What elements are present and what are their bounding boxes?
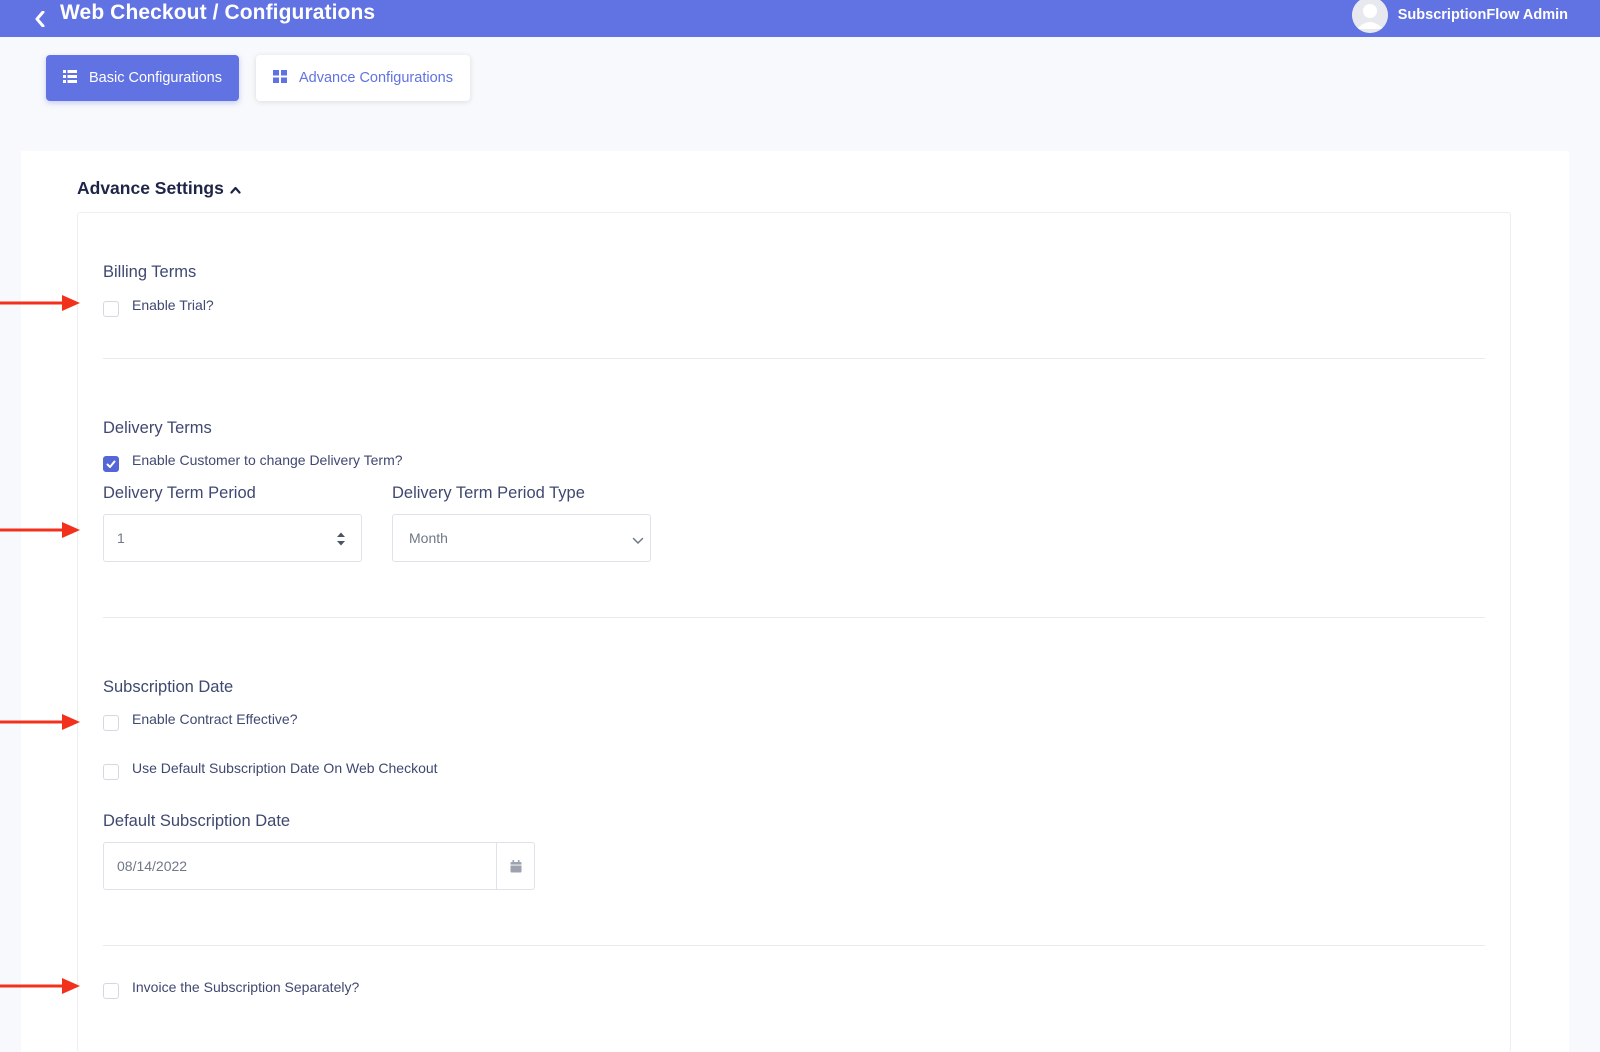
page-title: Web Checkout / Configurations [60,0,376,24]
use-default-date-label[interactable]: Use Default Subscription Date On Web Che… [132,760,438,776]
enable-delivery-change-row[interactable]: Enable Customer to change Delivery Term? [103,448,403,472]
subscription-date-title: Subscription Date [103,678,234,696]
advance-settings-panel: Billing Terms Enable Trial? Delivery Ter… [77,212,1511,1052]
delivery-term-period-value: 1 [117,530,125,546]
enable-contract-effective-checkbox[interactable] [103,715,119,731]
section-title: Advance Settings [77,178,224,198]
enable-delivery-change-label[interactable]: Enable Customer to change Delivery Term? [132,452,403,468]
delivery-term-period-type-value: Month [409,530,448,546]
top-bar: Web Checkout / Configurations Subscripti… [0,0,1600,37]
list-icon [63,69,77,87]
user-menu[interactable]: SubscriptionFlow Admin [1351,0,1568,33]
divider [103,617,1485,618]
default-subscription-date-label: Default Subscription Date [103,812,291,830]
tab-label: Basic Configurations [89,70,222,86]
tab-basic-configurations[interactable]: Basic Configurations [46,55,239,101]
delivery-terms-title: Delivery Terms [103,419,212,437]
annotation-arrow-icon [0,295,80,311]
tab-label: Advance Configurations [299,70,453,86]
header-left: Web Checkout / Configurations [32,1,375,27]
divider [103,945,1485,946]
delivery-term-period-input[interactable]: 1 [103,514,362,562]
delivery-term-period-type-select[interactable]: Month [392,514,651,562]
avatar[interactable] [1351,0,1388,33]
settings-card: Advance Settings Billing Terms Enable Tr… [21,151,1569,1052]
advance-settings-toggle[interactable]: Advance Settings [77,178,241,199]
delivery-term-period-type-label: Delivery Term Period Type [392,484,585,502]
user-name[interactable]: SubscriptionFlow Admin [1398,7,1568,23]
enable-delivery-change-checkbox[interactable] [103,456,119,472]
chevron-left-icon[interactable] [32,10,48,27]
enable-trial-label[interactable]: Enable Trial? [132,297,214,313]
annotation-arrow-icon [0,978,80,994]
use-default-date-row[interactable]: Use Default Subscription Date On Web Che… [103,756,438,780]
enable-trial-checkbox[interactable] [103,301,119,317]
billing-terms-title: Billing Terms [103,263,197,281]
calendar-icon[interactable] [496,843,534,889]
chevron-up-icon [230,178,241,199]
tab-advance-configurations[interactable]: Advance Configurations [256,55,470,101]
use-default-date-checkbox[interactable] [103,764,119,780]
invoice-separately-label[interactable]: Invoice the Subscription Separately? [132,979,359,995]
default-subscription-date-value: 08/14/2022 [117,858,188,874]
invoice-separately-checkbox[interactable] [103,983,119,999]
enable-contract-effective-row[interactable]: Enable Contract Effective? [103,707,298,731]
number-stepper-icon[interactable] [335,529,347,549]
invoice-separately-row[interactable]: Invoice the Subscription Separately? [103,975,359,999]
chevron-down-icon [632,532,644,548]
default-subscription-date-input[interactable]: 08/14/2022 [103,842,535,890]
annotation-arrow-icon [0,522,80,538]
grid-icon [273,69,287,87]
delivery-term-period-label: Delivery Term Period [103,484,256,502]
enable-contract-effective-label[interactable]: Enable Contract Effective? [132,711,298,727]
annotation-arrow-icon [0,714,80,730]
enable-trial-row[interactable]: Enable Trial? [103,293,214,317]
divider [103,358,1485,359]
config-tabs: Basic Configurations Advance Configurati… [46,55,470,101]
